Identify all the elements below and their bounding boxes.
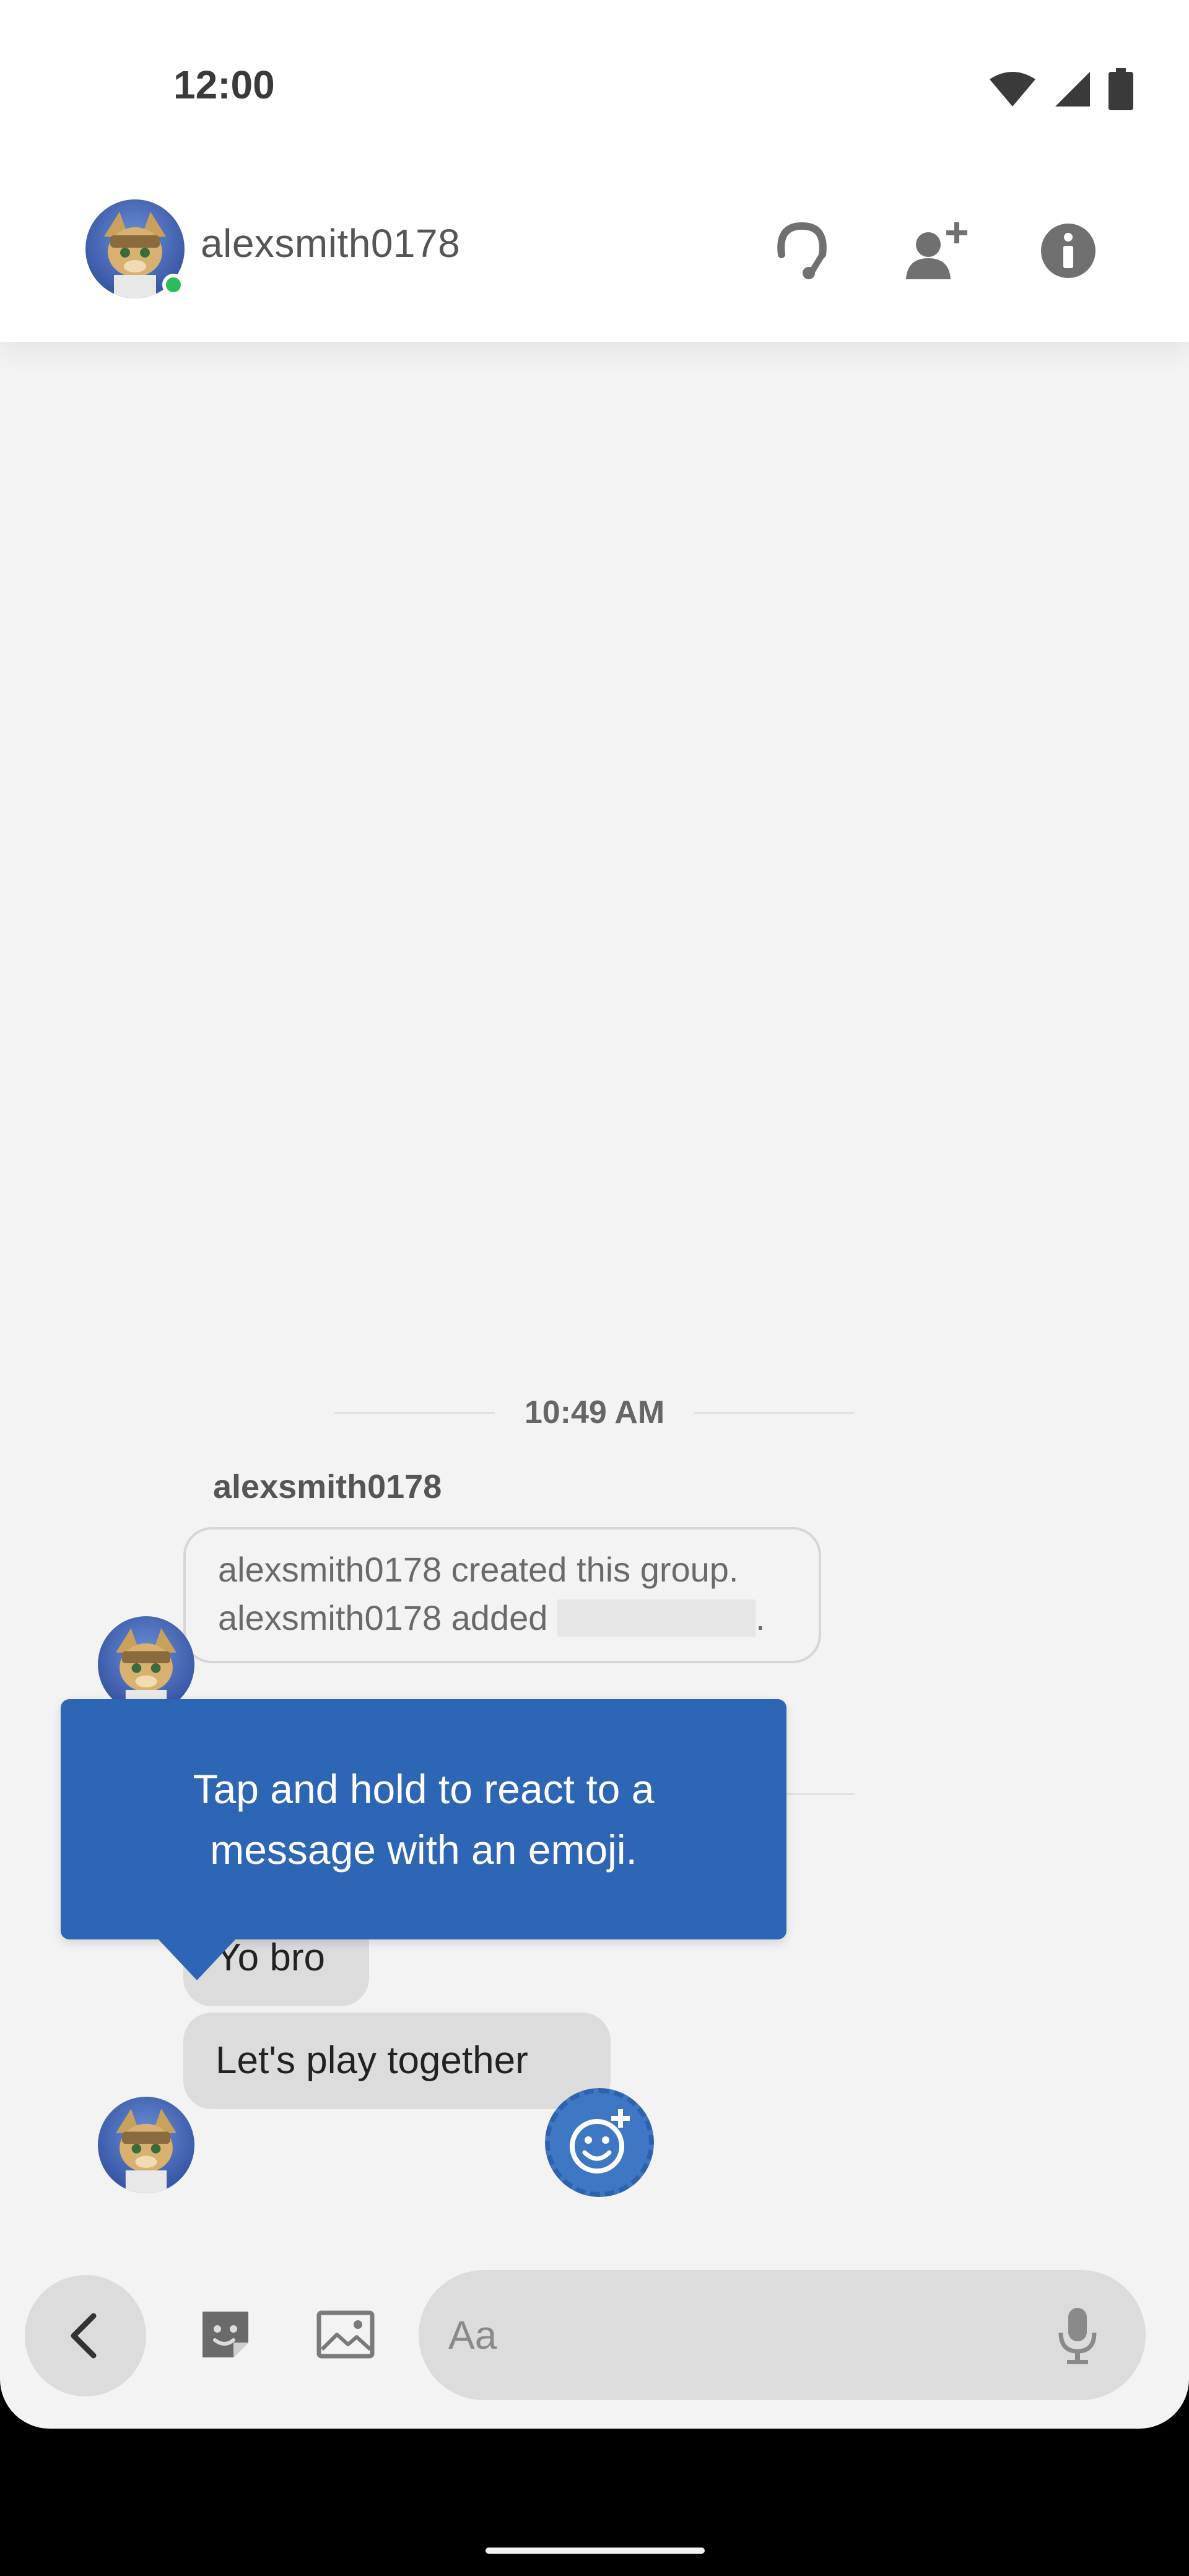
back-button[interactable]: [25, 2275, 146, 2396]
chat-header: alexsmith0178: [0, 167, 1189, 342]
sender-avatar[interactable]: [98, 2097, 194, 2193]
online-status-indicator: [162, 274, 185, 296]
message-input[interactable]: Aa: [419, 2270, 1146, 2400]
system-message-line-1: alexsmith0178 created this group.: [218, 1550, 739, 1589]
timestamp-label: 10:49 AM: [524, 1395, 665, 1430]
chat-screen: 12:00 alexsmith0178 10:49 AM alexsmith01…: [0, 0, 1189, 2429]
home-indicator[interactable]: [486, 2548, 705, 2554]
add-user-button[interactable]: [901, 217, 969, 285]
wifi-icon: [990, 72, 1035, 107]
voice-chat-icon: [777, 222, 827, 279]
image-icon: [316, 2310, 375, 2359]
back-icon: [71, 2313, 97, 2359]
system-message-line-2-prefix: alexsmith0178 added: [218, 1598, 557, 1637]
reaction-tooltip[interactable]: Tap and hold to react to a message with …: [61, 1699, 786, 1939]
add-user-icon: [906, 222, 967, 279]
divider-line: [334, 1411, 495, 1414]
sticker-icon: [203, 2312, 248, 2357]
info-icon: [1041, 224, 1095, 278]
divider-line: [694, 1411, 855, 1414]
conversation-title[interactable]: alexsmith0178: [201, 220, 460, 266]
cellular-signal-icon: [1055, 72, 1090, 107]
add-reaction-button[interactable]: [545, 2088, 654, 2197]
sticker-button[interactable]: [194, 2304, 256, 2365]
status-bar: 12:00: [0, 0, 1189, 167]
battery-icon: [1108, 68, 1133, 110]
info-button[interactable]: [1034, 217, 1102, 285]
redacted-username: [557, 1599, 756, 1637]
status-icons: [988, 68, 1133, 110]
timestamp-divider: 10:49 AM: [334, 1391, 855, 1434]
message-input-placeholder: Aa: [448, 2313, 497, 2357]
microphone-icon: [1058, 2308, 1097, 2364]
sender-name: alexsmith0178: [213, 1468, 442, 1505]
system-message[interactable]: alexsmith0178 created this group. alexsm…: [183, 1527, 821, 1663]
voice-message-button[interactable]: [1047, 2304, 1108, 2366]
voice-chat-button[interactable]: [768, 217, 836, 285]
system-message-line-2: alexsmith0178 added .: [218, 1594, 786, 1642]
system-message-line-2-suffix: .: [755, 1598, 765, 1637]
message-bubble[interactable]: Let's play together: [183, 2012, 611, 2109]
image-button[interactable]: [315, 2304, 377, 2365]
system-navigation-bar: [0, 2429, 1189, 2576]
tooltip-pointer: [157, 1938, 237, 1980]
add-emoji-icon: [570, 2109, 630, 2174]
sender-avatar[interactable]: [98, 1616, 194, 1713]
tooltip-text: Tap and hold to react to a message with …: [193, 1766, 655, 1873]
status-time: 12:00: [173, 63, 275, 107]
